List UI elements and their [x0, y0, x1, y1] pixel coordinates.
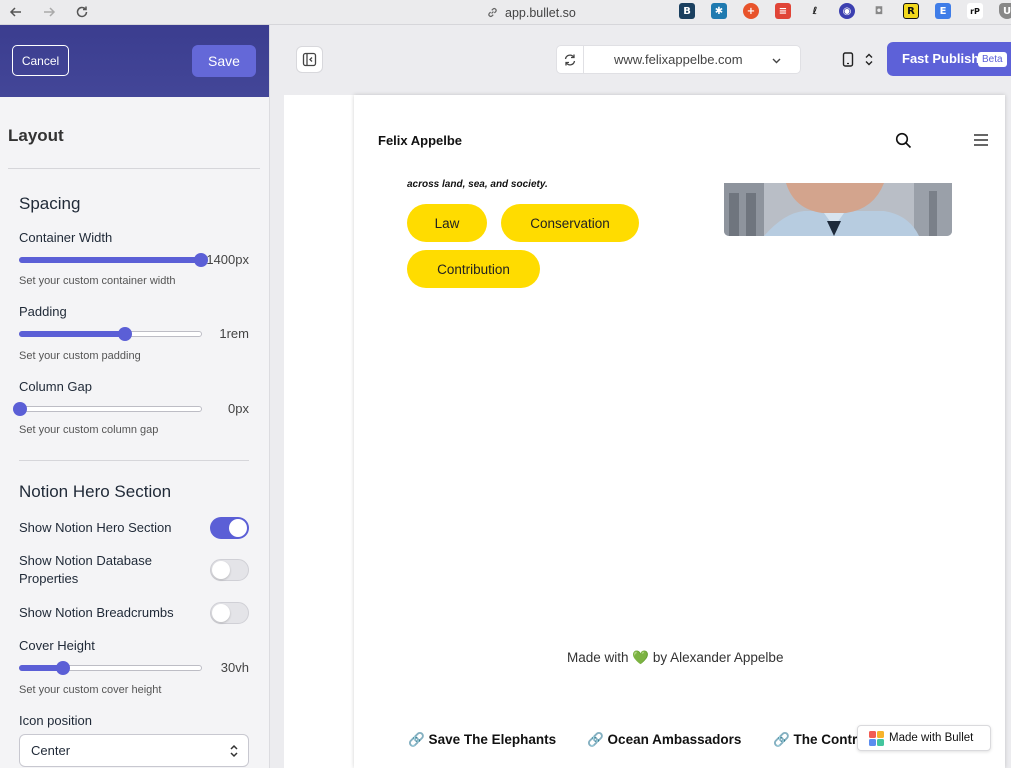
- cover-height-value: 30vh: [220, 660, 249, 675]
- green-heart-icon: 💚: [632, 650, 650, 665]
- cover-height-help: Set your custom cover height: [19, 684, 162, 696]
- search-icon[interactable]: [895, 132, 912, 149]
- bookmark-extension-icon[interactable]: B: [679, 3, 695, 19]
- toggle-knob: [229, 519, 247, 537]
- column-gap-help: Set your custom column gap: [19, 424, 159, 436]
- select-chevron-icon: [230, 744, 238, 758]
- footer-text-prefix: Made with: [567, 650, 633, 665]
- portrait-image: [724, 183, 952, 236]
- vpn-extension-icon[interactable]: ◉: [839, 3, 855, 19]
- padding-help: Set your custom padding: [19, 350, 141, 362]
- footer-link-save-the-elephants[interactable]: 🔗 Save The Elephants: [408, 732, 556, 748]
- show-db-props-toggle[interactable]: [210, 559, 249, 581]
- container-width-value: 1400px: [206, 252, 249, 267]
- refresh-icon: [564, 54, 576, 65]
- tag-conservation[interactable]: Conservation: [501, 204, 639, 242]
- slider-fill: [19, 257, 201, 263]
- signature-extension-icon[interactable]: ℓ: [807, 3, 823, 19]
- todoist-extension-icon[interactable]: ≡: [775, 3, 791, 19]
- arrow-left-icon: [9, 7, 21, 17]
- show-db-props-label-line2: Properties: [19, 571, 79, 586]
- save-button[interactable]: Save: [192, 45, 256, 77]
- spacing-heading: Spacing: [19, 194, 81, 213]
- sidebar-collapse-icon: [302, 52, 317, 67]
- panel-title: Layout: [8, 126, 64, 145]
- settings-panel: Cancel Save Layout Spacing Container Wid…: [0, 25, 270, 768]
- hero-tagline: across land, sea, and society.: [407, 179, 548, 190]
- site-preview: Felix Appelbe across land, sea, and soci…: [354, 95, 1005, 768]
- show-db-props-label: Show Notion Database Properties: [19, 552, 152, 588]
- toggle-knob: [212, 604, 230, 622]
- slider-fill: [19, 331, 125, 337]
- reload-icon: [76, 6, 88, 18]
- footer-link-the-contr[interactable]: 🔗 The Contr: [773, 732, 857, 748]
- divider: [8, 168, 260, 169]
- panel-header: Cancel Save: [0, 25, 269, 97]
- preview-reload-button[interactable]: [557, 46, 584, 73]
- beta-badge: Beta: [978, 52, 1007, 67]
- column-gap-slider[interactable]: [13, 402, 202, 416]
- forward-button[interactable]: [40, 3, 58, 21]
- address-text: app.bullet.so: [505, 5, 576, 20]
- show-db-props-label-line1: Show Notion Database: [19, 553, 152, 568]
- plus-extension-icon[interactable]: +: [743, 3, 759, 19]
- icon-position-value: Center: [31, 743, 71, 758]
- footer-link-ocean-ambassadors[interactable]: 🔗 Ocean Ambassadors: [587, 732, 741, 748]
- r-extension-icon[interactable]: R: [903, 3, 919, 19]
- column-gap-value: 0px: [228, 401, 249, 416]
- footer-made-with: Made with 💚 by Alexander Appelbe: [567, 650, 783, 666]
- cover-height-label: Cover Height: [19, 638, 95, 653]
- show-breadcrumbs-label: Show Notion Breadcrumbs: [19, 605, 174, 620]
- padding-label: Padding: [19, 304, 67, 319]
- bullet-badge-text: Made with Bullet: [889, 732, 974, 744]
- icon-position-label: Icon position: [19, 713, 92, 728]
- cover-height-slider[interactable]: [19, 661, 202, 675]
- toggle-knob: [212, 561, 230, 579]
- camera-extension-icon[interactable]: ◘: [871, 3, 887, 19]
- cancel-button[interactable]: Cancel: [12, 45, 69, 76]
- hamburger-menu-icon[interactable]: [973, 133, 989, 147]
- device-sort-icon[interactable]: [864, 52, 874, 67]
- show-hero-toggle[interactable]: [210, 517, 249, 539]
- slider-knob[interactable]: [56, 661, 70, 675]
- e-extension-icon[interactable]: E: [935, 3, 951, 19]
- padding-slider[interactable]: [19, 327, 202, 341]
- preview-url-text: www.felixappelbe.com: [614, 52, 743, 67]
- hero-photo: [724, 183, 952, 236]
- slider-knob[interactable]: [13, 402, 27, 416]
- show-hero-label: Show Notion Hero Section: [19, 520, 172, 535]
- tag-contribution[interactable]: Contribution: [407, 250, 540, 288]
- padding-value: 1rem: [219, 326, 249, 341]
- footer-text-suffix: by Alexander Appelbe: [649, 650, 784, 665]
- made-with-bullet-badge[interactable]: Made with Bullet: [857, 725, 991, 751]
- rp-extension-icon[interactable]: rP: [967, 3, 983, 19]
- address-bar[interactable]: app.bullet.so: [486, 4, 576, 21]
- reload-button[interactable]: [73, 3, 91, 21]
- preview-url-select[interactable]: www.felixappelbe.com: [556, 45, 801, 74]
- arrow-right-icon: [44, 7, 56, 17]
- show-breadcrumbs-toggle[interactable]: [210, 602, 249, 624]
- hero-heading: Notion Hero Section: [19, 482, 172, 501]
- chevron-down-icon: [772, 58, 781, 64]
- fast-publish-button[interactable]: Fast Publish Beta: [887, 42, 1011, 76]
- site-name[interactable]: Felix Appelbe: [378, 133, 462, 148]
- icon-position-select[interactable]: Center: [19, 734, 249, 767]
- bullet-logo-icon: [869, 731, 884, 746]
- divider: [19, 460, 249, 461]
- mobile-device-icon[interactable]: [842, 52, 854, 67]
- browser-toolbar: app.bullet.so B ✱ + ≡ ℓ ◉ ◘ R E rP U: [0, 0, 1011, 25]
- column-gap-label: Column Gap: [19, 379, 92, 394]
- network-extension-icon[interactable]: ✱: [711, 3, 727, 19]
- container-width-label: Container Width: [19, 230, 113, 245]
- link-icon: [488, 8, 497, 17]
- fast-publish-label: Fast Publish: [902, 51, 980, 66]
- back-button[interactable]: [7, 3, 25, 21]
- toggle-sidebar-button[interactable]: [296, 46, 323, 73]
- slider-knob[interactable]: [118, 327, 132, 341]
- container-width-slider[interactable]: [19, 253, 208, 267]
- shield-extension-icon[interactable]: U: [999, 3, 1011, 19]
- tag-law[interactable]: Law: [407, 204, 487, 242]
- container-width-help: Set your custom container width: [19, 275, 176, 287]
